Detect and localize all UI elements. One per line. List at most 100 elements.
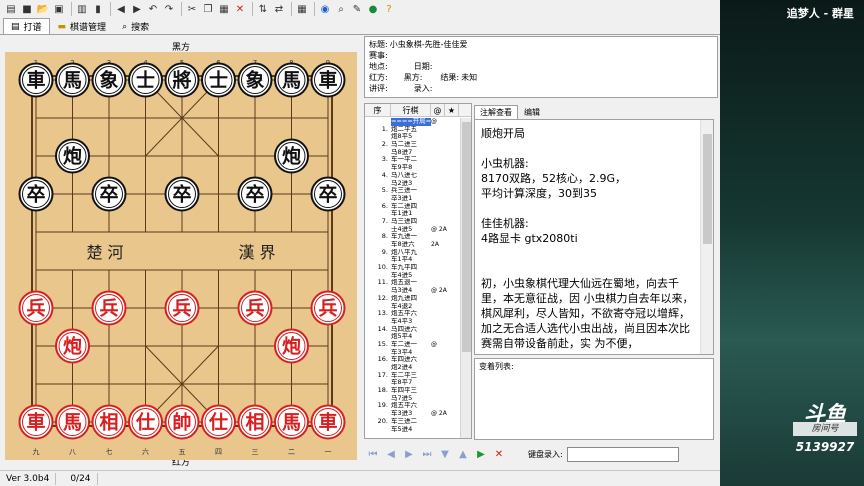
move-row[interactable]: 车8进六 2A — [365, 241, 461, 249]
engine-icon[interactable]: ◉ — [318, 2, 332, 16]
red-piece[interactable]: 車 — [18, 404, 54, 440]
move-row[interactable]: 炮2进4 — [365, 364, 461, 372]
variations-list[interactable]: 变着列表: — [474, 358, 714, 440]
col-comment-header[interactable]: @ — [431, 104, 445, 117]
move-row[interactable]: 15. 车二进一 @ — [365, 341, 461, 349]
red-piece[interactable]: 相 — [91, 404, 127, 440]
move-row[interactable]: 5. 兵三进一 — [365, 187, 461, 195]
move-row[interactable]: 车3平4 — [365, 349, 461, 357]
black-piece[interactable]: 士 — [128, 62, 163, 98]
move-row[interactable]: 车1平4 — [365, 256, 461, 264]
black-piece[interactable]: 象 — [91, 62, 127, 98]
move-row[interactable]: 9. 炮八平九 — [365, 249, 461, 257]
first-move-icon[interactable]: ⏮ — [364, 449, 382, 460]
app-icon[interactable]: ■ — [20, 2, 34, 16]
black-piece[interactable]: 炮 — [274, 138, 309, 174]
move-row[interactable]: 马2进3 — [365, 180, 461, 188]
black-piece[interactable]: 象 — [237, 62, 273, 98]
stop-icon[interactable]: ✕ — [490, 449, 508, 460]
move-row[interactable]: 马8进7 — [365, 149, 461, 157]
close-x-icon[interactable]: ✕ — [233, 2, 247, 16]
grid-icon[interactable]: ▦ — [295, 2, 309, 16]
black-piece[interactable]: 車 — [310, 62, 346, 98]
black-piece[interactable]: 卒 — [237, 176, 273, 212]
last-move-icon[interactable]: ⏭ — [418, 449, 436, 460]
move-row[interactable]: ====开局==== @ — [365, 118, 461, 126]
red-piece[interactable]: 仕 — [201, 404, 236, 440]
book-icon[interactable]: ✎ — [350, 2, 364, 16]
red-piece[interactable]: 兵 — [237, 290, 273, 326]
undo-icon[interactable]: ↶ — [146, 2, 160, 16]
black-piece[interactable]: 將 — [164, 62, 200, 98]
black-piece[interactable]: 馬 — [55, 62, 90, 98]
red-piece[interactable]: 相 — [237, 404, 273, 440]
delete-icon[interactable]: ▮ — [91, 2, 105, 16]
redo-icon[interactable]: ↷ — [162, 2, 176, 16]
up-icon[interactable]: ▲ — [454, 449, 472, 460]
black-piece[interactable]: 卒 — [164, 176, 200, 212]
move-row[interactable]: 2. 马二进三 — [365, 141, 461, 149]
move-row[interactable]: 19. 炮五平六 — [365, 402, 461, 410]
new-icon[interactable]: ▤ — [4, 2, 18, 16]
col-star-header[interactable]: ★ — [445, 104, 459, 117]
flip-horizontal-icon[interactable]: ⇄ — [272, 2, 286, 16]
move-row[interactable]: 马7进5 — [365, 395, 461, 403]
down-icon[interactable]: ▼ — [436, 449, 454, 460]
red-piece[interactable]: 帥 — [164, 404, 200, 440]
move-list-scrollbar[interactable] — [460, 118, 471, 438]
move-row[interactable]: 1. 炮二平五 — [365, 126, 461, 134]
move-row[interactable]: 12. 炮九进四 — [365, 295, 461, 303]
move-row[interactable]: 车9平8 — [365, 164, 461, 172]
move-row[interactable]: 炮8平5 — [365, 133, 461, 141]
comment-text-box[interactable]: 顺炮开局 小虫机器: 8170双路，52核心，2.9G， 平均计算深度，30到35 佳佳… — [474, 119, 714, 355]
move-row[interactable]: 车8平7 — [365, 379, 461, 387]
col-index-header[interactable]: 序 — [365, 104, 391, 117]
red-piece[interactable]: 馬 — [274, 404, 309, 440]
black-piece[interactable]: 士 — [201, 62, 236, 98]
red-piece[interactable]: 兵 — [310, 290, 346, 326]
paste-icon[interactable]: ▦ — [217, 2, 231, 16]
red-piece[interactable]: 車 — [310, 404, 346, 440]
move-row[interactable]: 6. 车二进四 — [365, 203, 461, 211]
move-row[interactable]: 马3进4 @ 2A — [365, 287, 461, 295]
move-row[interactable]: 18. 车四平三 — [365, 387, 461, 395]
black-piece[interactable]: 馬 — [274, 62, 309, 98]
move-row[interactable]: 20. 车三进二 — [365, 418, 461, 426]
move-row[interactable]: 13. 炮五平六 — [365, 310, 461, 318]
flip-vertical-icon[interactable]: ⇅ — [256, 2, 270, 16]
globe-icon[interactable]: ● — [366, 2, 380, 16]
black-piece[interactable]: 炮 — [55, 138, 90, 174]
save-icon[interactable]: ▣ — [52, 2, 66, 16]
move-row[interactable]: 车1进1 — [365, 210, 461, 218]
move-row[interactable]: 11. 炮五退一 — [365, 279, 461, 287]
move-row[interactable]: 16. 车四进六 — [365, 356, 461, 364]
red-piece[interactable]: 馬 — [55, 404, 90, 440]
move-row[interactable]: 车4平3 — [365, 318, 461, 326]
move-row[interactable]: 17. 车二平三 — [365, 372, 461, 380]
col-move-header[interactable]: 行棋 — [391, 104, 431, 117]
red-piece[interactable]: 兵 — [164, 290, 200, 326]
scroll-thumb[interactable] — [703, 134, 712, 244]
red-piece[interactable]: 兵 — [91, 290, 127, 326]
back-icon[interactable]: ◀ — [114, 2, 128, 16]
cut-icon[interactable]: ✂ — [185, 2, 199, 16]
play-icon[interactable]: ▶ — [472, 449, 490, 460]
move-row[interactable]: 4. 马八进七 — [365, 172, 461, 180]
copy-icon[interactable]: ❐ — [201, 2, 215, 16]
move-row[interactable]: 车4进5 — [365, 272, 461, 280]
tab-manage[interactable]: ▬ 棋谱管理 — [50, 19, 115, 34]
move-row[interactable]: 8. 车九进一 — [365, 233, 461, 241]
red-piece[interactable]: 仕 — [128, 404, 163, 440]
red-piece[interactable]: 炮 — [274, 328, 309, 364]
red-piece[interactable]: 兵 — [18, 290, 54, 326]
black-piece[interactable]: 車 — [18, 62, 54, 98]
tab-comment-view[interactable]: 注解查看 — [474, 105, 518, 119]
open-icon[interactable]: 📂 — [36, 2, 50, 16]
move-row[interactable]: 10. 车九平四 — [365, 264, 461, 272]
forward-icon[interactable]: ▶ — [130, 2, 144, 16]
move-row[interactable]: 士4进5 @ 2A — [365, 226, 461, 234]
black-piece[interactable]: 卒 — [91, 176, 127, 212]
help-icon[interactable]: ? — [382, 2, 396, 16]
move-row[interactable]: 车3进3 @ 2A — [365, 410, 461, 418]
tab-search[interactable]: ⌕ 搜索 — [114, 19, 157, 34]
